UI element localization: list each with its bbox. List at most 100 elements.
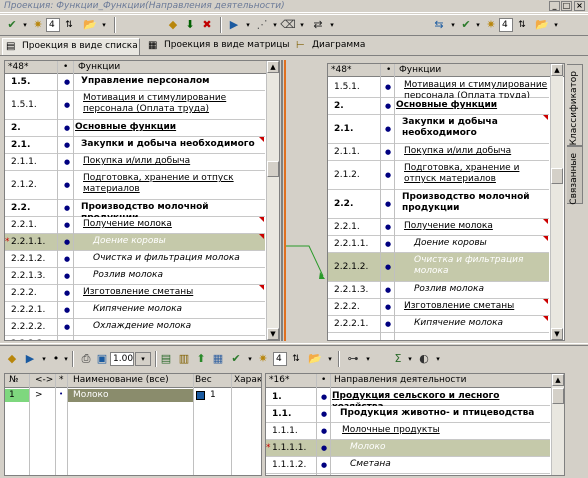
hierarchy-icon[interactable]: ⊶	[345, 351, 361, 367]
row-bullet: ●	[64, 238, 71, 246]
toolbar-separator	[338, 351, 340, 367]
level-bottom-input[interactable]: 4	[273, 352, 287, 366]
print-icon[interactable]: ⎙	[78, 351, 94, 367]
table-row[interactable]: 2.2.1. ● Получение молока	[5, 217, 265, 234]
scroll-down-icon[interactable]: ▼	[551, 328, 563, 340]
row-number: 2.2.1.2.	[334, 262, 369, 272]
diamond-bottom-icon[interactable]: ◆	[4, 351, 20, 367]
table-row[interactable]: 2.2.●Производство молочной продукции	[5, 200, 265, 223]
table-row[interactable]: 2.2.2. ● Изготовление сметаны	[328, 299, 549, 316]
tab-matrix-view[interactable]: ▦ Проекция в виде матрицы	[145, 38, 290, 55]
table-row[interactable]: 1.1.1.1. * ● Молоко	[266, 440, 550, 457]
table-row[interactable]: 2.2.●Производство молочной продукции	[328, 190, 549, 219]
table-row[interactable]: 2.2.1. ● Получение молока	[328, 219, 549, 236]
table-row[interactable]: 2.1.2. ● Подготовка, хранение и отпуск мат…	[5, 171, 265, 200]
scroll-thumb[interactable]	[267, 161, 279, 177]
table-row[interactable]: 2.2.1.3. ● Розлив молока	[328, 282, 549, 299]
matrix-icon: ▦	[148, 40, 158, 51]
scroll-up-icon[interactable]: ▲	[551, 64, 563, 76]
pane-divider[interactable]	[0, 343, 588, 346]
table-row[interactable]: 2. ● Основные функции	[5, 120, 265, 137]
tab-list-view[interactable]: ▤ Проекция в виде списка	[2, 38, 140, 55]
filter-icon[interactable]: ✷	[30, 17, 46, 33]
folder-right-dropdown-icon[interactable]: ▾	[548, 17, 564, 33]
table-row[interactable]: 1.●Продукция сельского и лесного хозяйст…	[266, 389, 550, 412]
table-row[interactable]: 2.1. ● Закупки и добыча необходимого	[328, 115, 549, 144]
folder-bottom-dropdown-icon[interactable]: ▾	[322, 351, 338, 367]
close-button[interactable]: ×	[574, 1, 585, 11]
table-row[interactable]: 1.5. ● Управление персоналом	[5, 75, 265, 91]
down-arrow-icon[interactable]: ⬇	[182, 17, 198, 33]
eraser-dropdown-icon[interactable]: ▾	[294, 17, 310, 33]
zoom-dropdown-icon[interactable]: ▾	[135, 352, 151, 366]
scroll-thumb[interactable]	[551, 168, 563, 184]
table-row[interactable]: 2.2.2.1. ● Кипячение молока	[5, 302, 265, 319]
minimize-button[interactable]: _	[549, 1, 560, 11]
grid-view-icon[interactable]: ▤	[158, 351, 174, 367]
scroll-up-icon[interactable]: ▲	[552, 374, 564, 386]
hierarchy-dropdown-icon[interactable]: ▾	[360, 351, 376, 367]
row-number: 1.5.1.	[334, 82, 360, 92]
table-row[interactable]: 2.1.2. ● Подготовка, хранение и отпуск мат…	[328, 161, 549, 190]
up-arrow-icon[interactable]: ⬆	[193, 351, 209, 367]
tab-classifier[interactable]: Классификатор	[567, 64, 583, 146]
delete-link-icon[interactable]: ✖	[199, 17, 215, 33]
row-bullet: ●	[64, 158, 71, 166]
tab-linked[interactable]: Связанные	[567, 146, 583, 205]
tab-diagram[interactable]: ⊢ Диаграмма	[293, 38, 373, 55]
level-input[interactable]: 4	[46, 18, 60, 32]
book-icon[interactable]: ▦	[210, 351, 226, 367]
contrast-dropdown-icon[interactable]: ▾	[430, 351, 446, 367]
scroll-up-icon[interactable]: ▲	[267, 61, 279, 73]
table-row[interactable]: 2.1.1. ● Покупка и/или добыча	[328, 144, 549, 161]
table-row[interactable]: 2.2.1.1. * ● Доение коровы	[5, 234, 265, 251]
zoom-input[interactable]: 1.00	[110, 352, 134, 366]
right-grid-header: *48* • Функции	[328, 64, 564, 77]
table-row[interactable]: 1.5.1. ● Мотивация и стимулирование персон…	[5, 91, 265, 120]
table-row[interactable]: 2.2.2.2. ● Охлаждение молока	[5, 319, 265, 336]
right-grid-scrollbar[interactable]: ▲ ▼	[550, 64, 563, 340]
scroll-down-icon[interactable]: ▼	[267, 328, 279, 340]
table-row[interactable]: 1.5.1. ● Мотивация и стимулирование персон…	[328, 78, 549, 101]
row-number: 1.	[272, 392, 282, 402]
left-grid-scrollbar[interactable]: ▲ ▼	[266, 61, 279, 340]
row-text: Сметана	[350, 459, 391, 469]
level-input-right[interactable]: 4	[499, 18, 513, 32]
open-folder-bottom-icon[interactable]: 📂	[307, 351, 323, 367]
folder-dropdown-icon[interactable]: ▾	[96, 17, 112, 33]
zoom-icon[interactable]: ▣	[94, 351, 110, 367]
bottom-right-scrollbar[interactable]: ▲	[551, 374, 564, 475]
row-number: 1.5.1.	[11, 100, 37, 110]
scroll-thumb[interactable]	[552, 388, 564, 404]
comment-marker-icon	[543, 236, 548, 241]
table-row[interactable]: 2.1. ● Закупки и добыча необходимого	[5, 137, 265, 154]
table-row[interactable]: 2.2.1.1. ● Доение коровы	[328, 236, 549, 253]
row-text: Доение коровы	[414, 238, 487, 248]
table-row[interactable]: 2.2.1.2. ● Очистка и фильтрация молока	[5, 251, 265, 268]
table-icon[interactable]: ▥	[176, 351, 192, 367]
table-row[interactable]: 1.1. ● Продукция животно- и птицеводства	[266, 406, 550, 423]
table-row[interactable]: 1 > • Молоко 1	[5, 389, 261, 402]
row-text: Очистка и фильтрация молока	[93, 253, 240, 263]
table-row[interactable]: 1.1.1.2. ● Сметана	[266, 457, 550, 474]
filter-right-icon[interactable]: ✷	[483, 17, 499, 33]
row-number: 2.	[334, 101, 344, 111]
maximize-button[interactable]: □	[561, 1, 572, 11]
table-row[interactable]: 2. ● Основные функции	[328, 98, 549, 115]
row-text: Основные функции	[75, 122, 177, 132]
table-row[interactable]: 1.1.1. ● Молочные продукты	[266, 423, 550, 440]
right-grid-count: *48*	[331, 65, 352, 75]
col-header-weight: Вес	[195, 375, 212, 385]
table-row[interactable]: 2.2.2.1. ● Кипячение молока	[328, 316, 549, 333]
table-row[interactable]: 2.2.2.3. ●	[5, 336, 265, 340]
table-row[interactable]: 2.1.1. ● Покупка и/или добыча	[5, 154, 265, 171]
table-row[interactable]: 2.2.2. ● Изготовление сметаны	[5, 285, 265, 302]
filter-bottom-icon[interactable]: ✷	[255, 351, 271, 367]
table-row[interactable]: 2.2.1.2. ● Очистка и фильтрация молока	[328, 253, 549, 282]
level-spin-right-icon[interactable]: ⇅	[514, 17, 530, 33]
diamond-icon[interactable]: ◆	[165, 17, 181, 33]
swap-dropdown-icon[interactable]: ▾	[324, 17, 340, 33]
level-bottom-spin-icon[interactable]: ⇅	[288, 351, 304, 367]
level-spin-icon[interactable]: ⇅	[61, 17, 77, 33]
table-row[interactable]: 2.2.1.3. ● Розлив молока	[5, 268, 265, 285]
